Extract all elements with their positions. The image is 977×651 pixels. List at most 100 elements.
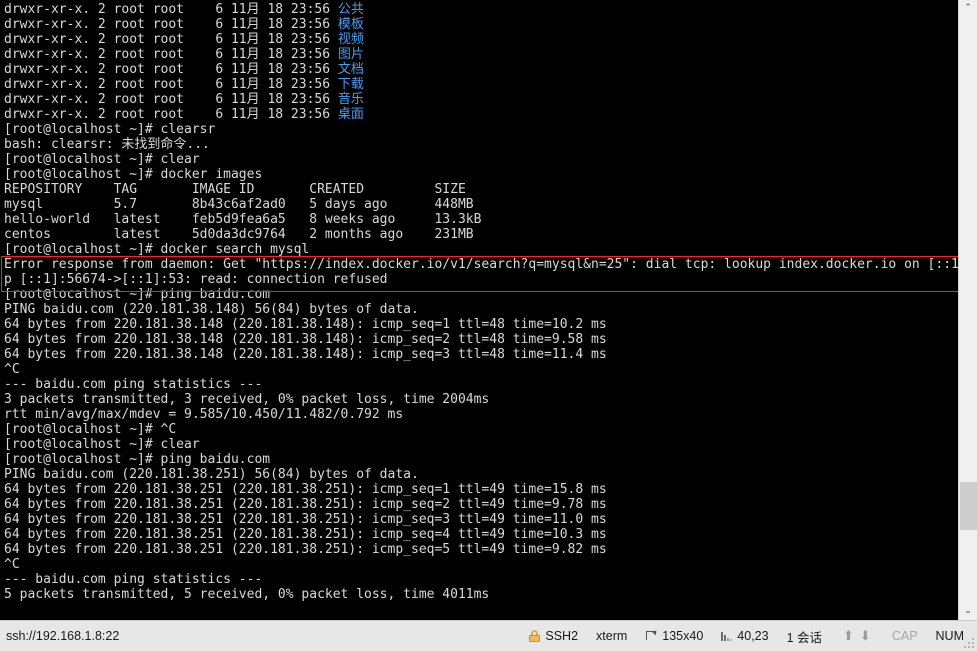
terminal-line: bash: clearsr: 未找到命令... [4,137,958,152]
terminal-line-text: rtt min/avg/max/mdev = 9.585/10.450/11.4… [4,407,404,422]
status-terminal-type-cell[interactable]: xterm [587,621,636,651]
terminal-line: 64 bytes from 220.181.38.148 (220.181.38… [4,347,958,362]
terminal-line-directory-name: 视频 [337,32,364,47]
status-cursor-cell[interactable]: 40,23 [712,621,777,651]
cursor-position-icon [721,630,733,642]
status-sessions-cell[interactable]: 1 会话 [778,621,831,651]
terminal-line-text: 64 bytes from 220.181.38.251 (220.181.38… [4,482,607,497]
terminal-line-text: p [::1]:56674->[::1]:53: read: connectio… [4,272,388,287]
terminal-line: [root@localhost ~]# docker images [4,167,958,182]
terminal-line-text: 3 packets transmitted, 3 received, 0% pa… [4,392,490,407]
status-connection: ssh://192.168.1.8:22 [6,629,120,643]
terminal-line: mysql 5.7 8b43c6af2ad0 5 days ago 448MB [4,197,958,212]
terminal-line-text: [root@localhost ~]# clearsr [4,122,216,137]
terminal-line-text: drwxr-xr-x. 2 root root 6 11月 18 23:56 [4,107,338,122]
terminal-line: drwxr-xr-x. 2 root root 6 11月 18 23:56 图… [4,47,958,62]
terminal-line-text: PING baidu.com (220.181.38.148) 56(84) b… [4,302,419,317]
resize-grip-dot [972,646,974,648]
resize-grip-dot [968,642,970,644]
terminal-line-directory-name: 公共 [337,2,364,17]
terminal-line-text: --- baidu.com ping statistics --- [4,377,263,392]
scrollbar-thumb[interactable] [960,482,977,530]
status-cursor-label: 40,23 [737,629,769,643]
terminal-line-text: drwxr-xr-x. 2 root root 6 11月 18 23:56 [4,47,338,62]
upload-arrow-icon: ⬆ [843,628,854,644]
download-arrow-icon: ⬇ [859,628,871,644]
terminal-line: 5 packets transmitted, 5 received, 0% pa… [4,587,958,602]
terminal-line-text: ^C [4,557,20,572]
status-transfer-cell[interactable]: ⬆ ⬇ [831,621,883,651]
status-protocol-label: SSH2 [545,629,579,643]
terminal-line-text: [root@localhost ~]# docker images [4,167,263,182]
terminal-line-text: 5 packets transmitted, 5 received, 0% pa… [4,587,490,602]
terminal-line: 64 bytes from 220.181.38.251 (220.181.38… [4,482,958,497]
terminal-line-text: 64 bytes from 220.181.38.251 (220.181.38… [4,542,607,557]
terminal-line: drwxr-xr-x. 2 root root 6 11月 18 23:56 视… [4,32,958,47]
terminal-line: drwxr-xr-x. 2 root root 6 11月 18 23:56 文… [4,62,958,77]
terminal-line: PING baidu.com (220.181.38.251) 56(84) b… [4,467,958,482]
resize-grip-dot [964,646,966,648]
terminal-line: --- baidu.com ping statistics --- [4,377,958,392]
terminal-line-text: --- baidu.com ping statistics --- [4,572,263,587]
terminal-line: [root@localhost ~]# ^C [4,422,958,437]
terminal-line: drwxr-xr-x. 2 root root 6 11月 18 23:56 桌… [4,107,958,122]
terminal-line-text: 64 bytes from 220.181.38.148 (220.181.38… [4,347,607,362]
terminal-line-text: [root@localhost ~]# ^C [4,422,177,437]
terminal-line-text: bash: clearsr: 未找到命令... [4,137,210,152]
resize-grip-dot [972,638,974,640]
terminal-line: 64 bytes from 220.181.38.251 (220.181.38… [4,497,958,512]
terminal-line-directory-name: 桌面 [337,107,364,122]
scrollbar-down-arrow-icon[interactable]: ⌄ [959,603,977,620]
terminal-line-directory-name: 音乐 [337,92,364,107]
terminal-line: REPOSITORY TAG IMAGE ID CREATED SIZE [4,182,958,197]
terminal-line-text: mysql 5.7 8b43c6af2ad0 5 days ago 448MB [4,197,474,212]
terminal-line: --- baidu.com ping statistics --- [4,572,958,587]
terminal-line-text: drwxr-xr-x. 2 root root 6 11月 18 23:56 [4,62,338,77]
status-terminal-type-label: xterm [596,629,628,643]
status-size-label: 135x40 [662,629,704,643]
terminal-output-area[interactable]: drwxr-xr-x. 2 root root 6 11月 18 23:56 公… [0,0,958,620]
terminal-line-text: drwxr-xr-x. 2 root root 6 11月 18 23:56 [4,17,338,32]
status-bar: ssh://192.168.1.8:22 SSH2 xterm 135x40 4… [0,620,977,651]
status-size-cell[interactable]: 135x40 [636,621,712,651]
terminal-line: ^C [4,557,958,572]
terminal-line: [root@localhost ~]# docker search mysql [4,242,958,257]
terminal-line-directory-name: 文档 [337,62,364,77]
terminal-line-directory-name: 图片 [337,47,364,62]
terminal-line: drwxr-xr-x. 2 root root 6 11月 18 23:56 音… [4,92,958,107]
terminal-lines: drwxr-xr-x. 2 root root 6 11月 18 23:56 公… [4,2,958,602]
status-sessions-label: 1 会话 [786,630,823,645]
terminal-line: centos latest 5d0da3dc9764 2 months ago … [4,227,958,242]
resize-arrow-icon [645,630,657,642]
status-caps-lock: CAP [891,629,918,643]
status-right-group: SSH2 xterm 135x40 40,23 1 会话 ⬆ ⬇ CAP NUM [520,621,977,651]
terminal-line-text: [root@localhost ~]# ping baidu.com [4,287,271,302]
terminal-line-text: 64 bytes from 220.181.38.148 (220.181.38… [4,332,607,347]
terminal-line: 3 packets transmitted, 3 received, 0% pa… [4,392,958,407]
resize-grip[interactable] [963,637,975,649]
scrollbar-up-arrow-icon[interactable]: ⌃ [959,0,977,17]
terminal-window: drwxr-xr-x. 2 root root 6 11月 18 23:56 公… [0,0,977,651]
terminal-line-text: 64 bytes from 220.181.38.251 (220.181.38… [4,527,607,542]
terminal-line: PING baidu.com (220.181.38.148) 56(84) b… [4,302,958,317]
terminal-line-directory-name: 模板 [337,17,364,32]
resize-grip-dot [972,642,974,644]
terminal-line-text: 64 bytes from 220.181.38.251 (220.181.38… [4,512,607,527]
terminal-line: rtt min/avg/max/mdev = 9.585/10.450/11.4… [4,407,958,422]
terminal-line-text: REPOSITORY TAG IMAGE ID CREATED SIZE [4,182,466,197]
terminal-line-text: drwxr-xr-x. 2 root root 6 11月 18 23:56 [4,2,338,17]
terminal-line: p [::1]:56674->[::1]:53: read: connectio… [4,272,958,287]
lock-icon [529,630,541,642]
vertical-scrollbar[interactable]: ⌃ ⌄ [958,0,977,620]
terminal-line-text: drwxr-xr-x. 2 root root 6 11月 18 23:56 [4,77,338,92]
terminal-line: 64 bytes from 220.181.38.251 (220.181.38… [4,527,958,542]
terminal-line-text: [root@localhost ~]# ping baidu.com [4,452,271,467]
terminal-line-text: drwxr-xr-x. 2 root root 6 11月 18 23:56 [4,92,338,107]
terminal-line: [root@localhost ~]# clearsr [4,122,958,137]
status-protocol-cell[interactable]: SSH2 [520,621,587,651]
terminal-line: [root@localhost ~]# clear [4,437,958,452]
terminal-line: drwxr-xr-x. 2 root root 6 11月 18 23:56 下… [4,77,958,92]
terminal-line: 64 bytes from 220.181.38.148 (220.181.38… [4,317,958,332]
terminal-line: 64 bytes from 220.181.38.148 (220.181.38… [4,332,958,347]
terminal-line-directory-name: 下载 [337,77,364,92]
